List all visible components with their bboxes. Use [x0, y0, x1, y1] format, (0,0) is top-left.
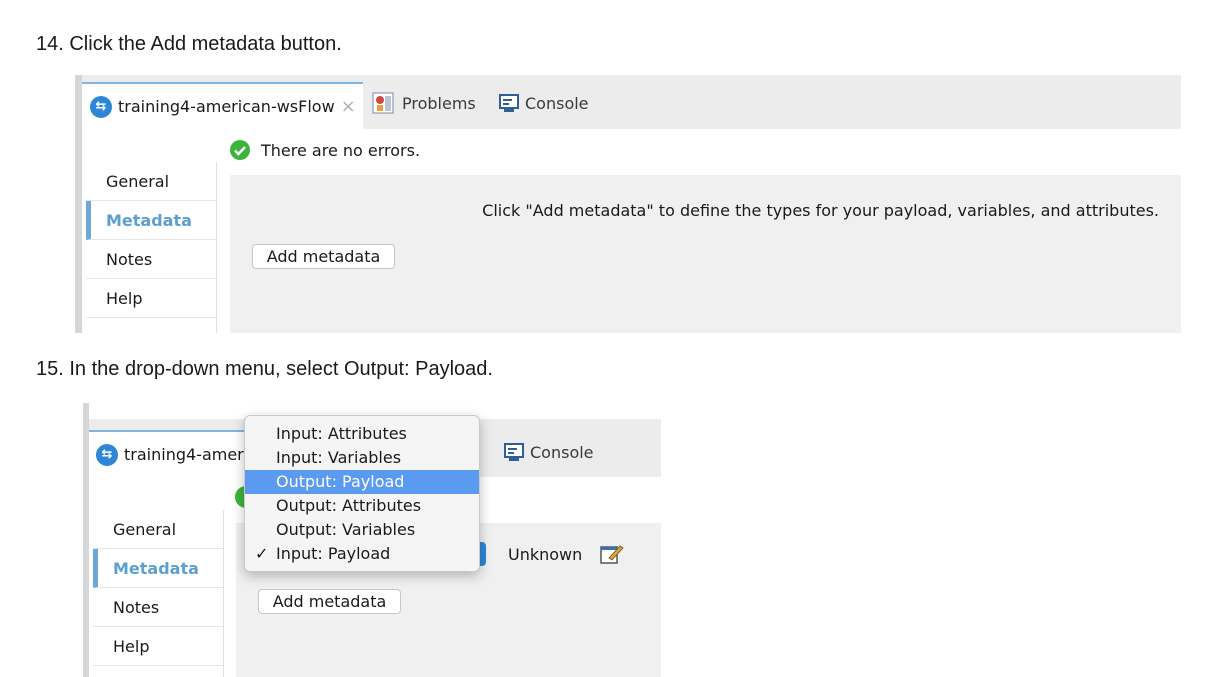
status-text: There are no errors.: [261, 140, 421, 160]
metadata-type-dropdown-menu: Input: Attributes Input: Variables Outpu…: [244, 415, 480, 572]
tab-console[interactable]: Console: [504, 442, 594, 462]
menu-item-input-payload[interactable]: ✓ Input: Payload: [245, 542, 479, 566]
sidebar-item-metadata[interactable]: Metadata: [93, 549, 223, 588]
tab-training4-american-wsflow[interactable]: ⇆ training4-american-wsFlow ×: [82, 82, 363, 129]
sidebar-item-general[interactable]: General: [86, 162, 216, 201]
menu-item-input-variables[interactable]: Input: Variables: [245, 446, 479, 470]
status-line: There are no errors.: [229, 139, 420, 161]
checkmark-icon: ✓: [255, 544, 269, 563]
console-icon: [504, 443, 524, 461]
left-frame-edge: [75, 75, 82, 333]
type-value: Unknown: [508, 545, 583, 564]
sidebar-item-help[interactable]: Help: [86, 279, 216, 318]
step-15-instruction: 15. In the drop-down menu, select Output…: [36, 358, 493, 380]
edit-icon[interactable]: [600, 543, 624, 565]
flow-icon: ⇆: [90, 95, 112, 118]
hint-text: Click "Add metadata" to define the types…: [482, 201, 1159, 220]
sidebar-item-metadata[interactable]: Metadata: [86, 201, 216, 240]
sidebar-item-help[interactable]: Help: [93, 627, 223, 666]
console-icon: [499, 94, 519, 112]
sidebar-item-general[interactable]: General: [93, 510, 223, 549]
tab-console-label: Console: [525, 93, 589, 113]
menu-item-input-payload-label: Input: Payload: [276, 544, 391, 563]
screenshot-1: ⇆ training4-american-wsFlow × Problems C…: [75, 75, 1181, 333]
add-metadata-button[interactable]: Add metadata: [258, 589, 401, 614]
sidebar-item-notes[interactable]: Notes: [86, 240, 216, 279]
close-icon[interactable]: ×: [341, 96, 356, 117]
problems-icon: [372, 92, 394, 114]
step-14-instruction: 14. Click the Add metadata button.: [36, 33, 342, 55]
tab-flow-label: training4-ameri: [124, 445, 249, 464]
menu-item-output-attributes[interactable]: Output: Attributes: [245, 494, 479, 518]
tab-flow-label: training4-american-wsFlow: [118, 97, 335, 116]
add-metadata-button[interactable]: Add metadata: [252, 244, 395, 269]
tab-console[interactable]: Console: [499, 93, 589, 113]
flow-icon: ⇆: [96, 443, 118, 466]
sidebar-item-notes[interactable]: Notes: [93, 588, 223, 627]
menu-item-output-payload[interactable]: Output: Payload: [245, 470, 479, 494]
screenshot-2: ⇆ training4-ameri Console General Metada…: [83, 403, 661, 677]
metadata-panel: Click "Add metadata" to define the types…: [230, 175, 1181, 333]
menu-item-input-attributes[interactable]: Input: Attributes: [245, 422, 479, 446]
tab-problems-label: Problems: [402, 93, 476, 113]
tab-console-label: Console: [530, 442, 594, 462]
tab-problems[interactable]: Problems: [372, 92, 476, 114]
sidebar: General Metadata Notes Help: [93, 510, 224, 677]
menu-item-output-variables[interactable]: Output: Variables: [245, 518, 479, 542]
sidebar: General Metadata Notes Help: [86, 162, 217, 333]
check-circle-icon: [230, 140, 250, 160]
